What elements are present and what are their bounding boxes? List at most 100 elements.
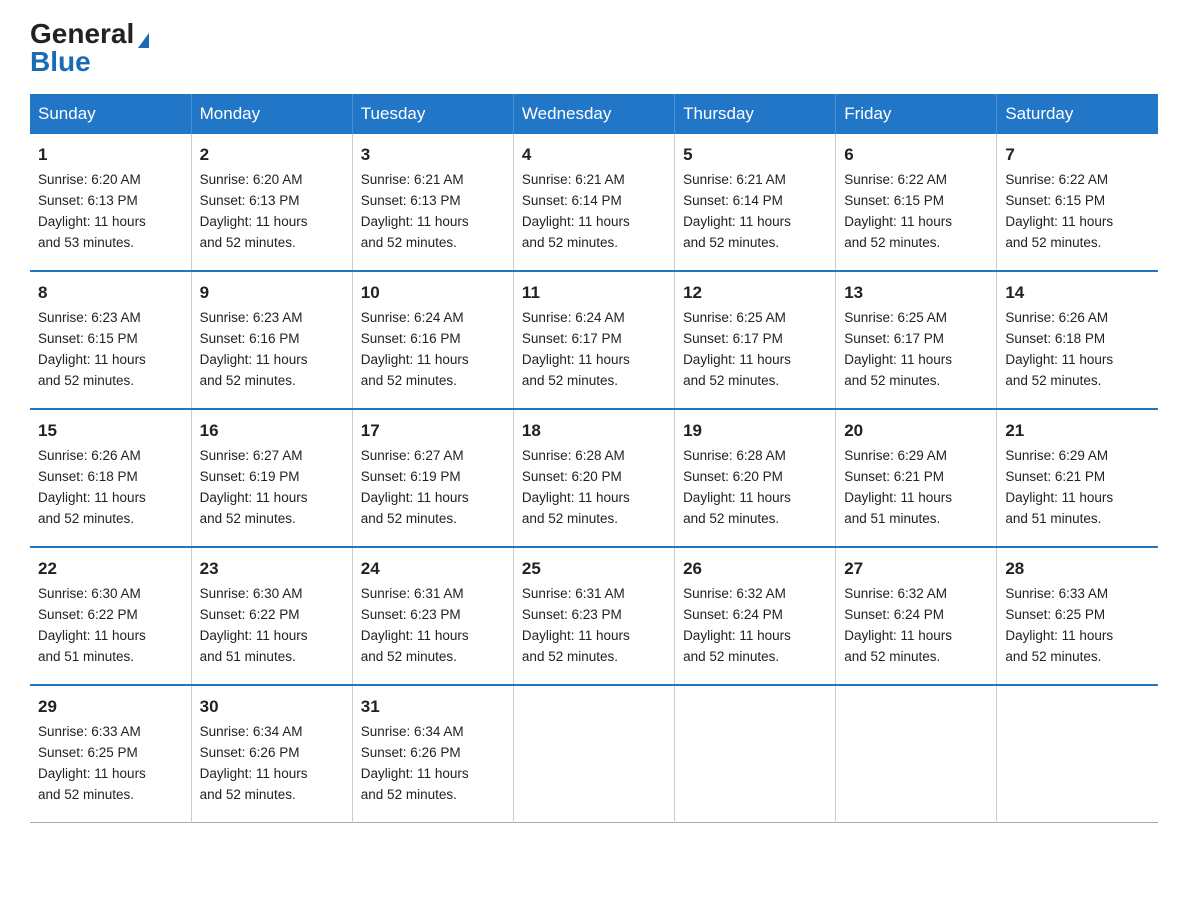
calendar-cell: 4 Sunrise: 6:21 AMSunset: 6:14 PMDayligh…: [513, 134, 674, 271]
calendar-cell: 24 Sunrise: 6:31 AMSunset: 6:23 PMDaylig…: [352, 547, 513, 685]
calendar-cell: 26 Sunrise: 6:32 AMSunset: 6:24 PMDaylig…: [675, 547, 836, 685]
calendar-cell: [675, 685, 836, 823]
calendar-cell: 30 Sunrise: 6:34 AMSunset: 6:26 PMDaylig…: [191, 685, 352, 823]
day-number: 29: [38, 694, 183, 720]
day-number: 31: [361, 694, 505, 720]
calendar-cell: 18 Sunrise: 6:28 AMSunset: 6:20 PMDaylig…: [513, 409, 674, 547]
calendar-header-row: SundayMondayTuesdayWednesdayThursdayFrid…: [30, 94, 1158, 134]
day-number: 7: [1005, 142, 1150, 168]
day-number: 20: [844, 418, 988, 444]
cell-info: Sunrise: 6:33 AMSunset: 6:25 PMDaylight:…: [1005, 586, 1113, 664]
day-number: 8: [38, 280, 183, 306]
day-number: 19: [683, 418, 827, 444]
calendar-cell: 31 Sunrise: 6:34 AMSunset: 6:26 PMDaylig…: [352, 685, 513, 823]
cell-info: Sunrise: 6:21 AMSunset: 6:14 PMDaylight:…: [683, 172, 791, 250]
day-header-friday: Friday: [836, 94, 997, 134]
cell-info: Sunrise: 6:31 AMSunset: 6:23 PMDaylight:…: [361, 586, 469, 664]
day-number: 11: [522, 280, 666, 306]
cell-info: Sunrise: 6:23 AMSunset: 6:15 PMDaylight:…: [38, 310, 146, 388]
day-number: 16: [200, 418, 344, 444]
day-number: 6: [844, 142, 988, 168]
calendar-week-row: 29 Sunrise: 6:33 AMSunset: 6:25 PMDaylig…: [30, 685, 1158, 823]
cell-info: Sunrise: 6:21 AMSunset: 6:13 PMDaylight:…: [361, 172, 469, 250]
calendar-cell: 8 Sunrise: 6:23 AMSunset: 6:15 PMDayligh…: [30, 271, 191, 409]
page-header: General Blue: [30, 20, 1158, 76]
day-number: 5: [683, 142, 827, 168]
cell-info: Sunrise: 6:22 AMSunset: 6:15 PMDaylight:…: [1005, 172, 1113, 250]
cell-info: Sunrise: 6:30 AMSunset: 6:22 PMDaylight:…: [200, 586, 308, 664]
cell-info: Sunrise: 6:33 AMSunset: 6:25 PMDaylight:…: [38, 724, 146, 802]
cell-info: Sunrise: 6:34 AMSunset: 6:26 PMDaylight:…: [200, 724, 308, 802]
calendar-week-row: 22 Sunrise: 6:30 AMSunset: 6:22 PMDaylig…: [30, 547, 1158, 685]
calendar-cell: 7 Sunrise: 6:22 AMSunset: 6:15 PMDayligh…: [997, 134, 1158, 271]
calendar-cell: [997, 685, 1158, 823]
day-number: 2: [200, 142, 344, 168]
calendar-cell: 14 Sunrise: 6:26 AMSunset: 6:18 PMDaylig…: [997, 271, 1158, 409]
calendar-cell: 25 Sunrise: 6:31 AMSunset: 6:23 PMDaylig…: [513, 547, 674, 685]
logo-blue-text: Blue: [30, 48, 91, 76]
cell-info: Sunrise: 6:20 AMSunset: 6:13 PMDaylight:…: [200, 172, 308, 250]
cell-info: Sunrise: 6:32 AMSunset: 6:24 PMDaylight:…: [683, 586, 791, 664]
day-header-monday: Monday: [191, 94, 352, 134]
calendar-cell: 12 Sunrise: 6:25 AMSunset: 6:17 PMDaylig…: [675, 271, 836, 409]
cell-info: Sunrise: 6:30 AMSunset: 6:22 PMDaylight:…: [38, 586, 146, 664]
cell-info: Sunrise: 6:32 AMSunset: 6:24 PMDaylight:…: [844, 586, 952, 664]
calendar-cell: 13 Sunrise: 6:25 AMSunset: 6:17 PMDaylig…: [836, 271, 997, 409]
day-number: 15: [38, 418, 183, 444]
cell-info: Sunrise: 6:26 AMSunset: 6:18 PMDaylight:…: [38, 448, 146, 526]
calendar-cell: 16 Sunrise: 6:27 AMSunset: 6:19 PMDaylig…: [191, 409, 352, 547]
day-number: 24: [361, 556, 505, 582]
day-header-tuesday: Tuesday: [352, 94, 513, 134]
cell-info: Sunrise: 6:29 AMSunset: 6:21 PMDaylight:…: [1005, 448, 1113, 526]
day-number: 28: [1005, 556, 1150, 582]
calendar-cell: 3 Sunrise: 6:21 AMSunset: 6:13 PMDayligh…: [352, 134, 513, 271]
cell-info: Sunrise: 6:31 AMSunset: 6:23 PMDaylight:…: [522, 586, 630, 664]
calendar-cell: 10 Sunrise: 6:24 AMSunset: 6:16 PMDaylig…: [352, 271, 513, 409]
day-number: 17: [361, 418, 505, 444]
day-header-saturday: Saturday: [997, 94, 1158, 134]
calendar-cell: 20 Sunrise: 6:29 AMSunset: 6:21 PMDaylig…: [836, 409, 997, 547]
calendar-week-row: 15 Sunrise: 6:26 AMSunset: 6:18 PMDaylig…: [30, 409, 1158, 547]
day-header-wednesday: Wednesday: [513, 94, 674, 134]
cell-info: Sunrise: 6:24 AMSunset: 6:17 PMDaylight:…: [522, 310, 630, 388]
calendar-cell: 11 Sunrise: 6:24 AMSunset: 6:17 PMDaylig…: [513, 271, 674, 409]
cell-info: Sunrise: 6:22 AMSunset: 6:15 PMDaylight:…: [844, 172, 952, 250]
calendar-cell: 6 Sunrise: 6:22 AMSunset: 6:15 PMDayligh…: [836, 134, 997, 271]
day-number: 3: [361, 142, 505, 168]
day-number: 10: [361, 280, 505, 306]
calendar-cell: 28 Sunrise: 6:33 AMSunset: 6:25 PMDaylig…: [997, 547, 1158, 685]
day-number: 26: [683, 556, 827, 582]
cell-info: Sunrise: 6:27 AMSunset: 6:19 PMDaylight:…: [200, 448, 308, 526]
day-number: 18: [522, 418, 666, 444]
cell-info: Sunrise: 6:23 AMSunset: 6:16 PMDaylight:…: [200, 310, 308, 388]
calendar-cell: [513, 685, 674, 823]
cell-info: Sunrise: 6:20 AMSunset: 6:13 PMDaylight:…: [38, 172, 146, 250]
calendar-cell: 2 Sunrise: 6:20 AMSunset: 6:13 PMDayligh…: [191, 134, 352, 271]
logo: General Blue: [30, 20, 149, 76]
calendar-cell: 5 Sunrise: 6:21 AMSunset: 6:14 PMDayligh…: [675, 134, 836, 271]
day-number: 23: [200, 556, 344, 582]
calendar-week-row: 1 Sunrise: 6:20 AMSunset: 6:13 PMDayligh…: [30, 134, 1158, 271]
day-number: 25: [522, 556, 666, 582]
day-number: 21: [1005, 418, 1150, 444]
day-number: 30: [200, 694, 344, 720]
logo-general-text: General: [30, 20, 149, 48]
cell-info: Sunrise: 6:26 AMSunset: 6:18 PMDaylight:…: [1005, 310, 1113, 388]
cell-info: Sunrise: 6:25 AMSunset: 6:17 PMDaylight:…: [844, 310, 952, 388]
calendar-cell: 1 Sunrise: 6:20 AMSunset: 6:13 PMDayligh…: [30, 134, 191, 271]
calendar-cell: 22 Sunrise: 6:30 AMSunset: 6:22 PMDaylig…: [30, 547, 191, 685]
cell-info: Sunrise: 6:29 AMSunset: 6:21 PMDaylight:…: [844, 448, 952, 526]
cell-info: Sunrise: 6:25 AMSunset: 6:17 PMDaylight:…: [683, 310, 791, 388]
cell-info: Sunrise: 6:28 AMSunset: 6:20 PMDaylight:…: [683, 448, 791, 526]
cell-info: Sunrise: 6:34 AMSunset: 6:26 PMDaylight:…: [361, 724, 469, 802]
calendar-cell: 23 Sunrise: 6:30 AMSunset: 6:22 PMDaylig…: [191, 547, 352, 685]
cell-info: Sunrise: 6:27 AMSunset: 6:19 PMDaylight:…: [361, 448, 469, 526]
day-number: 27: [844, 556, 988, 582]
calendar-cell: 27 Sunrise: 6:32 AMSunset: 6:24 PMDaylig…: [836, 547, 997, 685]
day-header-thursday: Thursday: [675, 94, 836, 134]
day-number: 9: [200, 280, 344, 306]
day-number: 22: [38, 556, 183, 582]
cell-info: Sunrise: 6:24 AMSunset: 6:16 PMDaylight:…: [361, 310, 469, 388]
day-number: 4: [522, 142, 666, 168]
calendar-cell: [836, 685, 997, 823]
